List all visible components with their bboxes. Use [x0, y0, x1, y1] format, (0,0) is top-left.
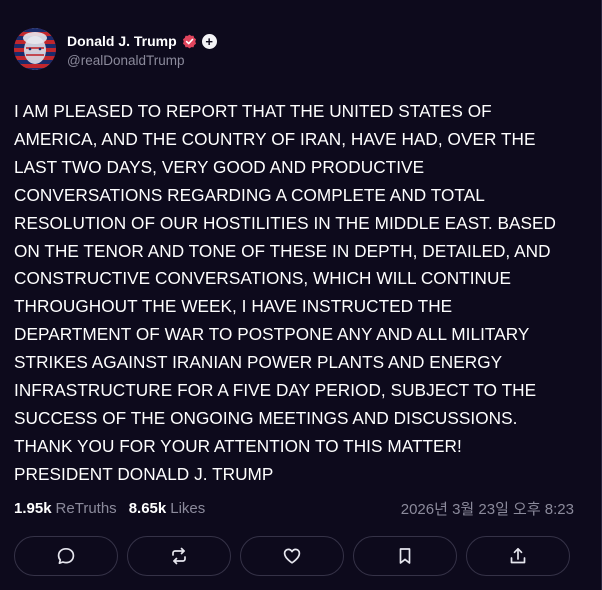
plus-icon[interactable]: +: [201, 33, 217, 49]
post-body-line: SUCCESS OF THE ONGOING MEETINGS AND DISC…: [14, 407, 518, 428]
likes-label: Likes: [170, 499, 206, 517]
reply-button[interactable]: [14, 536, 118, 576]
post-timestamp[interactable]: 2026년 3월 23일 오후 8:23: [401, 498, 574, 519]
heart-icon: [283, 548, 301, 564]
post-body-line: CONSTRUCTIVE CONVERSATIONS, WHICH WILL C…: [14, 268, 511, 289]
post-body-line: ON THE TENOR AND TONE OF THESE IN DEPTH,…: [14, 240, 551, 261]
share-upload-icon: [510, 547, 526, 564]
verified-badge-icon: [182, 34, 197, 49]
likes-count: 8.65k: [128, 499, 167, 517]
retruth-button[interactable]: [127, 536, 231, 576]
retruths-stat[interactable]: 1.95k ReTruths: [14, 500, 117, 517]
post-body-line: I AM PLEASED TO REPORT THAT THE UNITED S…: [14, 101, 492, 121]
post-body-line: STRIKES AGAINST IRANIAN POWER PLANTS AND…: [14, 352, 503, 373]
post-body-line: CONVERSATIONS REGARDING A COMPLETE AND T…: [14, 184, 485, 205]
share-button[interactable]: [466, 536, 570, 576]
bookmark-icon: [399, 548, 411, 564]
post-body-line: DEPARTMENT OF WAR TO POSTPONE ANY AND AL…: [14, 324, 530, 345]
bookmark-button[interactable]: [353, 536, 457, 576]
post-body-line: LAST TWO DAYS, VERY GOOD AND PRODUCTIVE: [14, 156, 425, 177]
post-actions: [14, 536, 570, 576]
speech-bubble-icon: [57, 547, 75, 565]
author-handle[interactable]: @realDonaldTrump: [67, 53, 217, 68]
avatar[interactable]: [14, 28, 56, 70]
post-stats: 1.95k ReTruths 8.65k Likes 2026년 3월 23일 오후…: [14, 498, 574, 518]
post-header: Donald J. Trump + @realDonaldTrump: [14, 28, 217, 70]
post-body-line: THANK YOU FOR YOUR ATTENTION TO THIS MAT…: [14, 435, 462, 456]
retruths-label: ReTruths: [55, 499, 117, 517]
author-info: Donald J. Trump + @realDonaldTrump: [67, 32, 217, 68]
likes-stat[interactable]: 8.65k Likes: [129, 500, 206, 517]
like-button[interactable]: [240, 536, 344, 576]
repost-arrows-icon: [172, 547, 186, 565]
post-body-line: AMERICA, AND THE COUNTRY OF IRAN, HAVE H…: [14, 128, 536, 149]
retruths-count: 1.95k: [14, 499, 52, 517]
post-body-line: THROUGHOUT THE WEEK, I HAVE INSTRUCTED T…: [14, 296, 453, 317]
post-body-line: INFRASTRUCTURE FOR A FIVE DAY PERIOD, SU…: [14, 380, 537, 401]
author-display-name[interactable]: Donald J. Trump: [67, 33, 177, 49]
author-name-row: Donald J. Trump +: [67, 32, 217, 50]
post-body-line: PRESIDENT DONALD J. TRUMP: [14, 463, 274, 484]
post-body: I AM PLEASED TO REPORT THAT THE UNITED S…: [14, 98, 584, 489]
post-body-line: RESOLUTION OF OUR HOSTILITIES IN THE MID…: [14, 212, 557, 233]
